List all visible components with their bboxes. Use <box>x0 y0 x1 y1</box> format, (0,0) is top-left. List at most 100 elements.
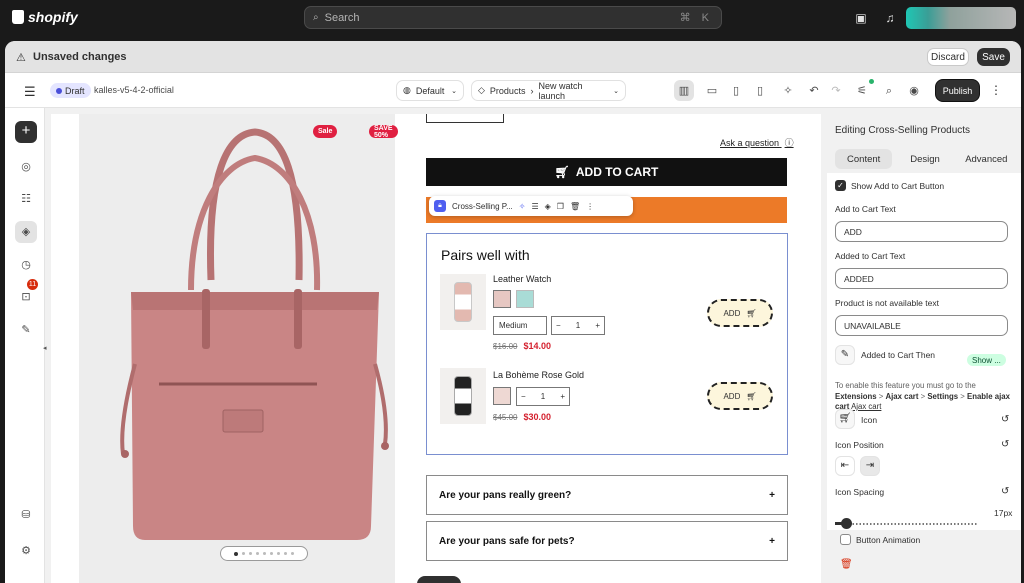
redo-icon[interactable]: ↷ <box>828 83 844 99</box>
plus-icon[interactable]: + <box>595 321 600 330</box>
pagination-dot[interactable] <box>270 552 273 555</box>
add-to-cart-small-button[interactable]: ADD 🛒︎ <box>707 299 773 327</box>
publish-button[interactable]: Publish <box>936 80 979 101</box>
pagination-dot[interactable] <box>234 551 238 556</box>
align-right-icon[interactable]: ⇥ <box>860 456 880 476</box>
save-button[interactable]: Save <box>977 48 1010 66</box>
icon-spacing-track[interactable] <box>835 523 978 525</box>
cart-icon[interactable]: 🛒︎ <box>835 409 855 429</box>
blocks-icon[interactable]: ◈ <box>15 221 37 243</box>
pagination-dot[interactable] <box>256 552 259 555</box>
tab-content[interactable]: Content <box>835 149 893 169</box>
reset-icon[interactable]: ↺ <box>1001 439 1009 450</box>
store-icon[interactable]: ▣ <box>854 11 868 25</box>
ajax-cart-link[interactable]: Ajax cart <box>851 402 881 411</box>
color-swatch[interactable] <box>493 290 511 308</box>
unavailable-text-input[interactable]: UNAVAILABLE <box>835 315 1008 336</box>
variant-option-partial[interactable] <box>426 114 504 123</box>
bell-icon[interactable]: ♫ <box>883 11 897 25</box>
ask-question-link[interactable]: Ask a question ⓘ <box>720 136 794 149</box>
note-prefix: To enable this feature you must go to th… <box>835 381 976 390</box>
product-image[interactable] <box>440 274 486 330</box>
variant-select[interactable]: Medium <box>493 316 547 335</box>
add-to-cart-small-button[interactable]: ADD 🛒︎ <box>707 382 773 410</box>
pagination-dot[interactable] <box>242 552 245 555</box>
more-options-icon[interactable]: ⋮ <box>586 202 594 211</box>
collapse-chevron-icon[interactable]: ◂ <box>43 344 49 352</box>
ask-question-label: Ask a question <box>720 138 780 148</box>
more-options-icon[interactable]: ⋮ <box>986 80 1006 101</box>
settings-sliders-icon[interactable]: ⚟ <box>854 83 870 99</box>
layers-icon[interactable]: ◎ <box>15 156 37 178</box>
faq-question: Are your pans safe for pets? <box>439 535 575 547</box>
pagination-dot[interactable] <box>277 552 280 555</box>
faq-accordion-item[interactable]: Are your pans safe for pets? + <box>426 521 788 561</box>
added-then-value-badge[interactable]: Show ... <box>967 354 1006 366</box>
product-photo[interactable]: Sale SAVE 50% <box>79 114 398 583</box>
color-swatch[interactable] <box>493 387 511 405</box>
reset-icon[interactable]: ↺ <box>1001 486 1009 497</box>
gear-icon[interactable]: ⚙ <box>15 540 37 562</box>
magic-icon[interactable]: ✧ <box>519 202 526 211</box>
pagination-dot[interactable] <box>263 552 266 555</box>
scroll-handle[interactable] <box>417 576 461 583</box>
align-icon[interactable]: ☰ <box>531 202 538 211</box>
quantity-stepper[interactable]: − 1 + <box>516 387 570 406</box>
icon-spacing-slider-handle[interactable] <box>840 518 852 529</box>
undo-icon[interactable]: ↶ <box>806 83 822 99</box>
pencil-icon[interactable]: ✎ <box>835 345 855 365</box>
discard-button[interactable]: Discard <box>927 48 969 66</box>
sections-icon[interactable]: ☷ <box>15 188 37 210</box>
cross-selling-section[interactable]: Pairs well with Leather Watch Medium − 1… <box>426 233 788 455</box>
tablet-icon[interactable]: ▯ <box>728 83 744 99</box>
pagination-dot[interactable] <box>284 552 287 555</box>
delete-icon[interactable]: 🗑︎ <box>570 202 580 211</box>
mobile-icon[interactable]: ▯ <box>752 83 768 99</box>
reset-icon[interactable]: ↺ <box>1001 414 1009 425</box>
history-icon[interactable]: ◷ <box>15 254 37 276</box>
menu-icon[interactable]: ☰ <box>24 84 36 100</box>
tab-design[interactable]: Design <box>896 149 953 169</box>
layout-sidebar-icon[interactable]: ▥ <box>676 83 692 99</box>
show-add-to-cart-checkbox[interactable]: ✓ Show Add to Cart Button <box>835 180 944 191</box>
product-name[interactable]: La Bohème Rose Gold <box>493 370 584 380</box>
add-to-cart-button[interactable]: 🛒︎ ADD TO CART <box>426 158 787 186</box>
inspect-icon[interactable]: ⌕ <box>881 83 897 99</box>
pagination-dot[interactable] <box>249 552 252 555</box>
button-animation-checkbox[interactable]: Button Animation <box>840 534 920 545</box>
search-input[interactable]: ⌕ Search ⌘ K <box>304 6 722 29</box>
search-placeholder: Search <box>324 11 360 24</box>
color-swatch[interactable] <box>516 290 534 308</box>
eye-icon[interactable]: ◉ <box>906 83 922 99</box>
template-select[interactable]: ◍ Default ⌄ <box>396 80 464 101</box>
delete-icon[interactable]: 🗑︎ <box>840 559 853 570</box>
price-new: $30.00 <box>523 412 551 422</box>
section-toolbar: 🔒︎ Cross-Selling P... ✧ ☰ ◈ ❐ 🗑︎ ⋮ <box>429 196 633 216</box>
faq-accordion-item[interactable]: Are your pans really green? + <box>426 475 788 515</box>
account-avatar[interactable] <box>906 7 1016 29</box>
layers-icon[interactable]: ◈ <box>545 202 551 211</box>
pagination-dot[interactable] <box>291 552 294 555</box>
tab-advanced[interactable]: Advanced <box>958 149 1015 169</box>
minus-icon[interactable]: − <box>556 321 561 330</box>
add-section-button[interactable]: + <box>15 121 37 143</box>
image-pagination[interactable] <box>220 546 308 561</box>
product-name[interactable]: Leather Watch <box>493 274 551 284</box>
duplicate-icon[interactable]: ❐ <box>557 202 564 211</box>
plus-icon[interactable]: + <box>560 392 565 401</box>
minus-icon[interactable]: − <box>521 392 526 401</box>
checkbox-unchecked-icon[interactable] <box>840 534 851 545</box>
magic-icon[interactable]: ✧ <box>780 83 796 99</box>
plus-icon: + <box>769 535 775 547</box>
brush-icon[interactable]: ✎ <box>15 319 37 341</box>
desktop-icon[interactable]: ▭ <box>704 83 720 99</box>
checkbox-checked-icon[interactable]: ✓ <box>835 180 846 191</box>
page-breadcrumb[interactable]: ◇ Products › New watch launch ⌄ <box>471 80 626 101</box>
database-icon[interactable]: ⛁ <box>15 504 37 526</box>
shopify-logo[interactable]: shopify <box>12 9 78 25</box>
quantity-stepper[interactable]: − 1 + <box>551 316 605 335</box>
add-to-cart-text-input[interactable]: ADD <box>835 221 1008 242</box>
added-to-cart-text-input[interactable]: ADDED <box>835 268 1008 289</box>
product-image[interactable] <box>440 368 486 424</box>
align-left-icon[interactable]: ⇤ <box>835 456 855 476</box>
